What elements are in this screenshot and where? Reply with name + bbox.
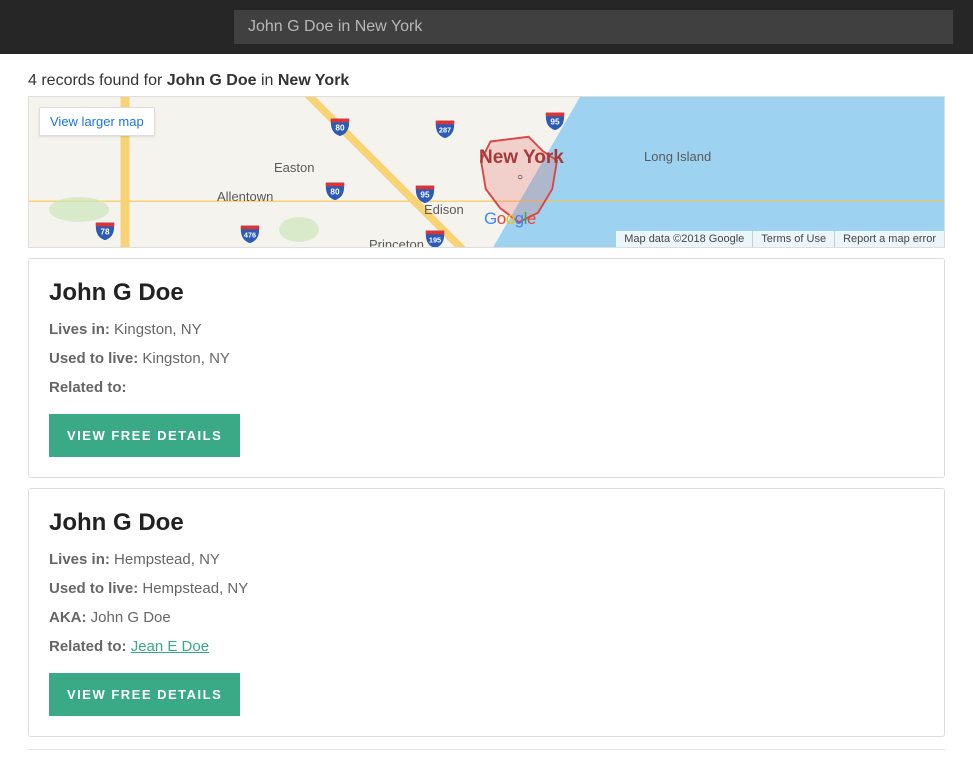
used-to-live-label: Used to live:	[49, 350, 138, 367]
summary-name: John G Doe	[167, 72, 257, 89]
used-to-live-label: Used to live:	[49, 580, 138, 597]
interstate-shield-icon: 78	[94, 219, 116, 241]
related-to-link[interactable]: Jean E Doe	[131, 638, 209, 655]
record-card: John G Doe Lives in: Kingston, NY Used t…	[28, 258, 945, 478]
svg-text:476: 476	[244, 231, 256, 240]
google-logo: Google	[484, 209, 536, 229]
used-to-live-value: Kingston, NY	[142, 350, 230, 367]
interstate-shield-icon: 195	[424, 227, 446, 248]
view-details-button[interactable]: VIEW FREE DETAILS	[49, 414, 240, 457]
record-card: John G Doe Lives in: Hempstead, NY Used …	[28, 488, 945, 737]
aka-label: AKA:	[49, 609, 87, 626]
map-label-easton: Easton	[274, 160, 314, 175]
svg-text:195: 195	[429, 236, 441, 245]
interstate-shield-icon: 80	[329, 115, 351, 137]
svg-text:78: 78	[100, 228, 110, 237]
interstate-shield-icon: 476	[239, 222, 261, 244]
svg-text:95: 95	[550, 118, 560, 127]
map-label-allentown: Allentown	[217, 189, 273, 204]
related-to-label: Related to:	[49, 638, 127, 655]
map-terrain	[279, 217, 319, 242]
record-used-to-live: Used to live: Hempstead, NY	[49, 580, 924, 597]
main-content: 4 records found for John G Doe in New Yo…	[0, 54, 973, 768]
header	[0, 0, 973, 54]
map-footer: Map data ©2018 Google Terms of Use Repor…	[616, 231, 944, 247]
used-to-live-value: Hempstead, NY	[142, 580, 248, 597]
aka-value: John G Doe	[91, 609, 171, 626]
interstate-shield-icon: 80	[324, 179, 346, 201]
lives-in-label: Lives in:	[49, 321, 110, 338]
lives-in-label: Lives in:	[49, 551, 110, 568]
record-aka: AKA: John G Doe	[49, 609, 924, 626]
map-label-princeton: Princeton	[369, 237, 424, 248]
svg-text:287: 287	[439, 126, 451, 135]
svg-text:80: 80	[335, 124, 345, 133]
record-name: John G Doe	[49, 509, 924, 537]
map-label-new-york: New York	[479, 147, 564, 169]
divider	[28, 749, 945, 750]
map[interactable]: View larger map New York Allentown Easto…	[28, 96, 945, 248]
map-report-link[interactable]: Report a map error	[834, 231, 944, 247]
map-marker-icon	[517, 167, 527, 177]
lives-in-value: Hempstead, NY	[114, 551, 220, 568]
search-input[interactable]	[234, 10, 953, 44]
record-related-to: Related to: Jean E Doe	[49, 638, 924, 655]
map-terms-link[interactable]: Terms of Use	[752, 231, 834, 247]
view-larger-map-button[interactable]: View larger map	[39, 107, 155, 136]
summary-mid: in	[257, 72, 278, 89]
lives-in-value: Kingston, NY	[114, 321, 202, 338]
summary-prefix: 4 records found for	[28, 72, 167, 89]
record-lives-in: Lives in: Hempstead, NY	[49, 551, 924, 568]
summary-location: New York	[278, 72, 349, 89]
interstate-shield-icon: 287	[434, 117, 456, 139]
interstate-shield-icon: 95	[414, 182, 436, 204]
results-summary: 4 records found for John G Doe in New Yo…	[28, 72, 945, 90]
map-label-long-island: Long Island	[644, 149, 711, 164]
svg-text:80: 80	[330, 188, 340, 197]
map-data-attribution: Map data ©2018 Google	[616, 231, 752, 247]
record-lives-in: Lives in: Kingston, NY	[49, 321, 924, 338]
view-details-button[interactable]: VIEW FREE DETAILS	[49, 673, 240, 716]
svg-text:95: 95	[420, 191, 430, 200]
map-label-edison: Edison	[424, 202, 464, 217]
related-to-label: Related to:	[49, 379, 127, 396]
interstate-shield-icon: 95	[544, 109, 566, 131]
record-used-to-live: Used to live: Kingston, NY	[49, 350, 924, 367]
record-name: John G Doe	[49, 279, 924, 307]
record-related-to: Related to:	[49, 379, 924, 396]
